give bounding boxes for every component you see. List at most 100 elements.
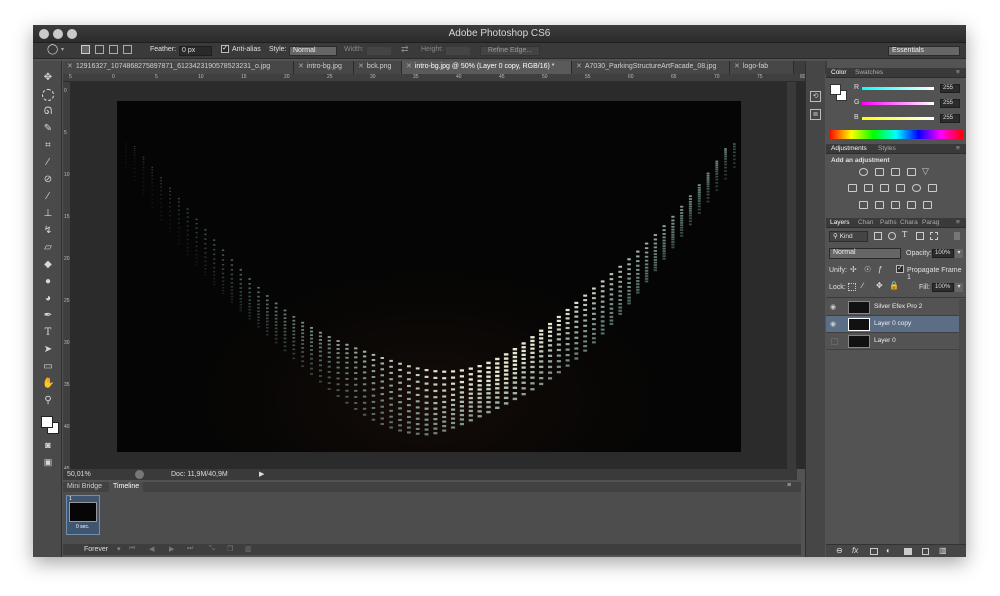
crop-tool-icon[interactable]: ⌗ (42, 140, 54, 152)
unify-style-icon[interactable]: ƒ (878, 265, 882, 274)
red-slider[interactable] (862, 87, 934, 90)
tab-timeline[interactable]: Timeline (109, 482, 144, 492)
filter-toggle[interactable] (954, 232, 960, 240)
lock-all-icon[interactable]: 🔒 (889, 281, 899, 290)
eye-icon[interactable]: ◉ (830, 303, 839, 312)
invert-icon[interactable] (859, 201, 868, 209)
chevron-down-icon[interactable]: ▾ (117, 545, 121, 553)
history-brush-tool-icon[interactable]: ↯ (42, 225, 54, 237)
vibrance-icon[interactable]: ▽ (922, 166, 929, 177)
photo-filter-icon[interactable] (896, 184, 905, 192)
tab-swatches[interactable]: Swatches (855, 69, 883, 76)
opacity-value[interactable]: 100% (932, 249, 954, 258)
tween-icon[interactable]: ⤡ (209, 545, 215, 553)
height-input[interactable] (445, 46, 471, 56)
zoom-tool-icon[interactable]: ⚲ (42, 395, 54, 407)
duplicate-frame-icon[interactable]: ❐ (227, 545, 233, 553)
add-selection-icon[interactable] (95, 45, 104, 54)
previous-frame-icon[interactable]: ◀ (149, 545, 154, 553)
red-value[interactable]: 255 (940, 84, 960, 93)
refine-edge-button[interactable]: Refine Edge... (480, 46, 540, 56)
filter-type-icon[interactable]: T (902, 230, 907, 239)
chevron-down-icon[interactable]: ▾ (61, 46, 64, 53)
gradient-map-icon[interactable] (923, 201, 932, 209)
screen-mode-icon[interactable]: ▣ (42, 456, 54, 468)
style-select[interactable]: Normal (289, 46, 337, 56)
tab-adjustments[interactable]: Adjustments (831, 145, 867, 152)
brush-tool-icon[interactable]: ∕ (42, 191, 54, 203)
tab-mini-bridge[interactable]: Mini Bridge (67, 483, 102, 490)
quick-mask-icon[interactable]: ◙ (42, 439, 54, 451)
unify-position-icon[interactable]: ✢ (850, 265, 857, 274)
unify-visibility-icon[interactable]: ☉ (864, 265, 871, 274)
timeline-frame[interactable]: 1 0 sec. (66, 495, 100, 535)
paint-bucket-tool-icon[interactable]: ◆ (42, 259, 54, 271)
green-value[interactable]: 255 (940, 99, 960, 108)
panel-menu-icon[interactable]: ≡ (956, 219, 960, 226)
tab-styles[interactable]: Styles (878, 145, 896, 152)
fill-value[interactable]: 100% (932, 283, 954, 292)
close-icon[interactable]: ✕ (358, 63, 364, 70)
link-layers-icon[interactable]: ⊖ (836, 546, 843, 555)
layers-scrollbar[interactable] (959, 299, 966, 544)
posterize-icon[interactable] (875, 201, 884, 209)
filter-pixel-icon[interactable] (874, 232, 882, 240)
threshold-icon[interactable] (891, 201, 900, 209)
filter-kind-select[interactable]: ⚲ Kind (829, 231, 868, 242)
foreground-color-swatch[interactable] (41, 416, 53, 428)
quick-selection-tool-icon[interactable]: ✎ (42, 123, 54, 135)
feather-input[interactable]: 0 px (179, 46, 212, 56)
curves-icon[interactable] (891, 168, 900, 176)
canvas-area[interactable] (71, 82, 823, 469)
propagate-checkbox[interactable]: ✓ (896, 265, 904, 273)
hue-saturation-icon[interactable] (848, 184, 857, 192)
loop-select[interactable]: Forever (84, 546, 108, 553)
add-mask-icon[interactable] (870, 548, 878, 555)
move-tool-icon[interactable]: ✥ (42, 72, 54, 84)
new-group-icon[interactable] (904, 548, 912, 555)
eyedropper-tool-icon[interactable]: ⁄ (42, 157, 54, 169)
eye-icon[interactable]: ◉ (830, 320, 839, 329)
tab-document-6[interactable]: ✕ logo-fab (730, 61, 794, 74)
filter-shape-icon[interactable] (916, 232, 924, 240)
channel-mixer-icon[interactable] (912, 184, 921, 192)
type-tool-icon[interactable]: T (42, 327, 54, 339)
panel-menu-icon[interactable]: ≡ (787, 482, 791, 489)
layer-name[interactable]: Silver Efex Pro 2 (874, 303, 922, 310)
status-menu-icon[interactable] (135, 470, 144, 479)
color-balance-icon[interactable] (864, 184, 873, 192)
levels-icon[interactable] (875, 168, 884, 176)
subtract-selection-icon[interactable] (109, 45, 118, 54)
chevron-down-icon[interactable]: ▾ (955, 283, 963, 292)
marquee-tool-preset-icon[interactable]: ◯ (47, 44, 58, 55)
selective-color-icon[interactable] (907, 201, 916, 209)
tab-layers[interactable]: Layers (830, 219, 850, 226)
intersect-selection-icon[interactable] (123, 45, 132, 54)
tab-document-2[interactable]: ✕ intro-bg.jpg (294, 61, 354, 74)
layer-style-icon[interactable]: fx (852, 546, 858, 555)
width-input[interactable] (366, 46, 392, 56)
layer-name[interactable]: Layer 0 (874, 337, 896, 344)
color-panel-foreground[interactable] (830, 84, 841, 95)
filter-smart-object-icon[interactable] (930, 232, 938, 240)
layer-row[interactable]: Layer 0 (826, 333, 959, 350)
layer-row[interactable]: ◉ Silver Efex Pro 2 (826, 299, 959, 316)
tab-document-active[interactable]: ✕ intro-bg.jpg @ 50% (Layer 0 copy, RGB/1… (402, 61, 572, 74)
close-icon[interactable]: ✕ (67, 63, 73, 70)
close-icon[interactable]: ✕ (734, 63, 740, 70)
eraser-tool-icon[interactable]: ▱ (42, 242, 54, 254)
panel-menu-icon[interactable]: ≡ (956, 145, 960, 152)
tab-paragraph[interactable]: Parag (922, 219, 939, 226)
dodge-tool-icon[interactable]: ◕ (42, 293, 54, 305)
new-layer-icon[interactable] (922, 548, 929, 555)
pen-tool-icon[interactable]: ✒ (42, 310, 54, 322)
swap-icon[interactable]: ⇄ (401, 44, 409, 55)
lasso-tool-icon[interactable]: ᘏ (42, 106, 54, 118)
first-frame-icon[interactable]: ⏮ (129, 545, 135, 553)
delete-layer-icon[interactable]: ▥ (939, 546, 947, 555)
play-icon[interactable]: ▶ (169, 545, 174, 553)
antialias-checkbox[interactable]: ✓ (221, 45, 229, 53)
clone-stamp-tool-icon[interactable]: ⊥ (42, 208, 54, 220)
lock-position-icon[interactable]: ✥ (876, 281, 883, 290)
lock-transparent-icon[interactable] (848, 283, 856, 291)
